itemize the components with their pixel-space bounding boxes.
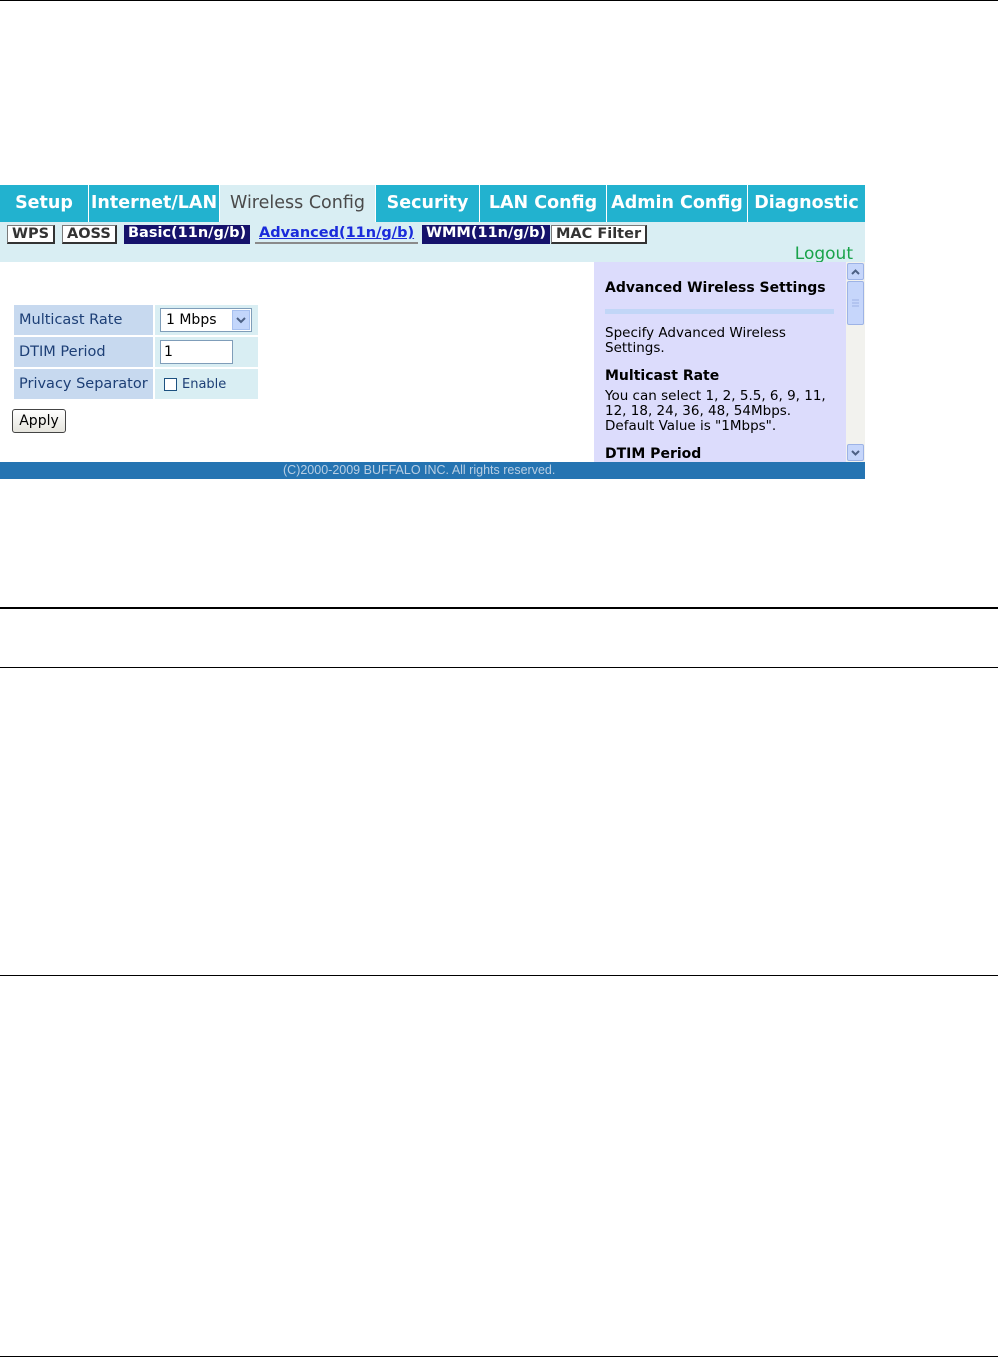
scroll-down-button[interactable] [847, 444, 864, 461]
chevron-up-icon [851, 268, 860, 275]
scroll-up-button[interactable] [847, 263, 864, 280]
tab-admin-config[interactable]: Admin Config [607, 185, 748, 222]
advanced-settings-table: Multicast Rate 1 Mbps DTIM Period 1 Priv… [12, 303, 260, 401]
chevron-down-icon [851, 449, 860, 456]
router-admin-screenshot: Setup Internet/LAN Wireless Config Secur… [0, 185, 865, 479]
dtim-period-input[interactable]: 1 [160, 340, 233, 364]
page-bottom-rule [0, 1356, 998, 1357]
chevron-down-icon[interactable] [232, 310, 250, 330]
tab-wireless-config[interactable]: Wireless Config [220, 185, 376, 222]
table-row: DTIM Period 1 [14, 337, 258, 367]
help-intro: Specify Advanced Wireless Settings. [605, 325, 786, 356]
privacy-separator-checkbox[interactable] [164, 377, 177, 391]
sub-tab-bar: WPS AOSS Basic(11n/g/b) Advanced(11n/g/b… [0, 222, 865, 264]
help-scrollbar[interactable] [846, 262, 865, 462]
main-tab-bar: Setup Internet/LAN Wireless Config Secur… [0, 185, 865, 222]
section-rule-1 [0, 607, 998, 609]
table-row: Multicast Rate 1 Mbps [14, 305, 258, 335]
section-rule-3 [0, 975, 998, 976]
tab-internet-lan[interactable]: Internet/LAN [89, 185, 220, 222]
section-rule-2 [0, 667, 998, 668]
privacy-separator-enable-label[interactable]: Enable [182, 377, 226, 392]
apply-button[interactable]: Apply [12, 409, 66, 433]
privacy-separator-label: Privacy Separator [14, 369, 153, 399]
subtab-mac-filter[interactable]: MAC Filter [551, 225, 648, 244]
footer-bar: (C)2000-2009 BUFFALO INC. All rights res… [0, 462, 865, 479]
help-divider [605, 309, 834, 314]
multicast-rate-value: 1 Mbps [166, 312, 217, 328]
tab-setup[interactable]: Setup [0, 185, 89, 222]
help-title: Advanced Wireless Settings [605, 280, 826, 296]
table-row: Privacy Separator Enable [14, 369, 258, 399]
subtab-wmm[interactable]: WMM(11n/g/b) [422, 225, 550, 244]
tab-lan-config[interactable]: LAN Config [480, 185, 607, 222]
tab-diagnostic[interactable]: Diagnostic [748, 185, 865, 222]
help-multicast-heading: Multicast Rate [605, 368, 720, 384]
subtab-advanced[interactable]: Advanced(11n/g/b) [255, 225, 419, 244]
subtab-basic[interactable]: Basic(11n/g/b) [124, 225, 251, 244]
tab-security[interactable]: Security [376, 185, 480, 222]
dtim-period-label: DTIM Period [14, 337, 153, 367]
subtab-aoss[interactable]: AOSS [62, 225, 117, 244]
grip-icon [852, 299, 859, 307]
subtab-wps[interactable]: WPS [7, 225, 56, 244]
scroll-thumb[interactable] [847, 281, 864, 325]
multicast-rate-label: Multicast Rate [14, 305, 153, 335]
settings-content: Multicast Rate 1 Mbps DTIM Period 1 Priv… [0, 262, 594, 462]
logout-link[interactable]: Logout [795, 244, 853, 264]
help-dtim-heading: DTIM Period [605, 446, 702, 462]
help-multicast-text: You can select 1, 2, 5.5, 6, 9, 11, 12, … [605, 388, 826, 434]
copyright-text: (C)2000-2009 BUFFALO INC. All rights res… [283, 463, 556, 477]
page-top-rule [0, 0, 998, 1]
help-pane: Advanced Wireless Settings Specify Advan… [594, 262, 846, 462]
multicast-rate-select[interactable]: 1 Mbps [160, 308, 252, 332]
